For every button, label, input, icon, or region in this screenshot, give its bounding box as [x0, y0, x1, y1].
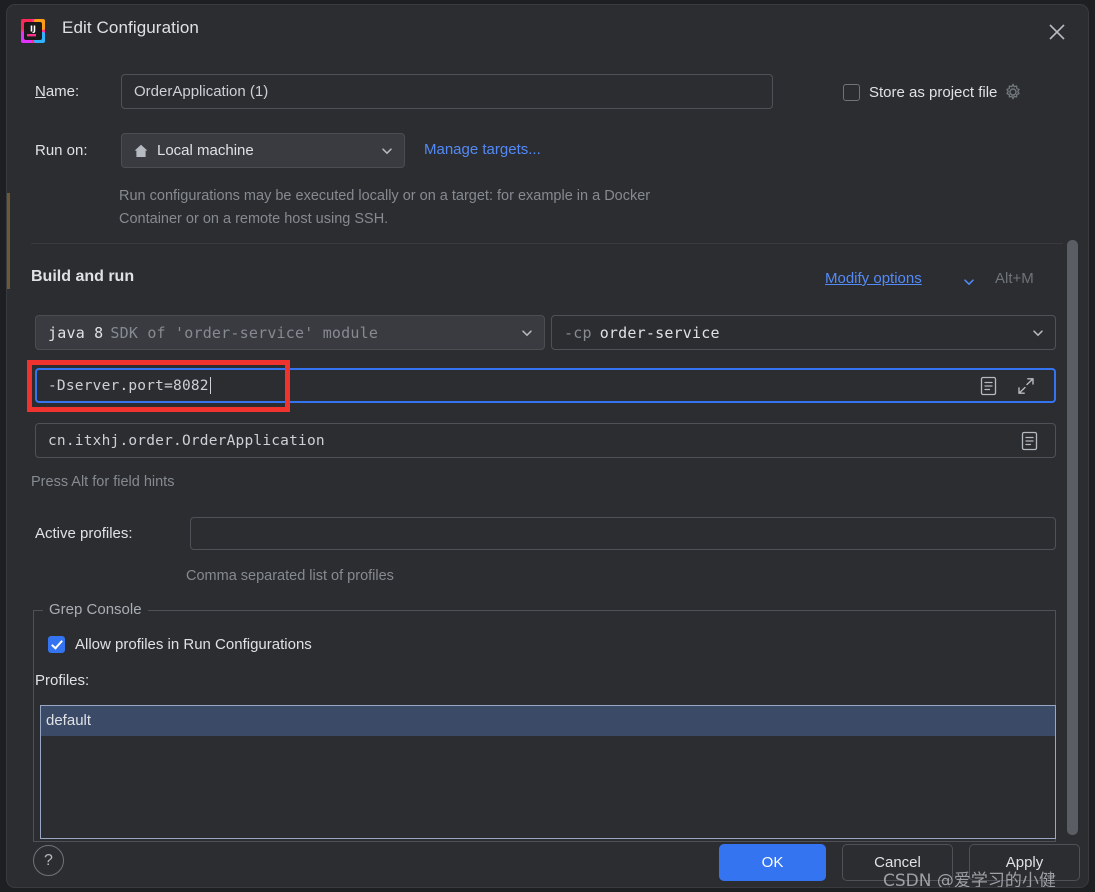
store-as-project-file-checkbox[interactable] — [843, 83, 860, 101]
close-icon[interactable] — [1044, 19, 1070, 45]
classpath-combobox[interactable]: -cp order-service — [551, 315, 1056, 350]
active-profiles-label: Active profiles: — [35, 525, 133, 542]
run-on-label: Run on: — [35, 142, 88, 159]
vertical-scrollbar[interactable] — [1067, 240, 1078, 835]
main-class-input[interactable]: cn.itxhj.order.OrderApplication — [35, 423, 1056, 458]
profiles-list[interactable]: default — [40, 705, 1056, 839]
text-caret — [209, 377, 211, 394]
active-profiles-hint: Comma separated list of profiles — [186, 568, 394, 584]
edit-configuration-dialog: IJ Edit Configuration Name: OrderApplica… — [6, 4, 1089, 888]
jre-combobox[interactable]: java 8 SDK of 'order-service' module — [35, 315, 545, 350]
svg-text:IJ: IJ — [30, 25, 36, 34]
name-label: Name: — [35, 83, 79, 100]
main-class-value: cn.itxhj.order.OrderApplication — [48, 432, 325, 449]
modify-options-shortcut: Alt+M — [995, 270, 1034, 287]
document-icon[interactable] — [1020, 430, 1039, 451]
classpath-module: order-service — [599, 323, 720, 342]
name-label-rest: ame: — [45, 83, 80, 100]
modify-options-link[interactable]: Modify options — [825, 270, 922, 287]
store-as-project-file-label: Store as project file — [869, 83, 998, 101]
help-button[interactable]: ? — [33, 845, 64, 876]
window-edge-artifact — [7, 193, 10, 289]
allow-profiles-label: Allow profiles in Run Configurations — [75, 636, 312, 653]
ok-button[interactable]: OK — [719, 844, 826, 881]
grep-console-legend: Grep Console — [43, 601, 148, 618]
build-and-run-title: Build and run — [31, 268, 135, 285]
classpath-flag: -cp — [564, 323, 592, 342]
name-input[interactable]: OrderApplication (1) — [121, 74, 773, 109]
document-icon[interactable] — [979, 375, 998, 396]
chevron-down-icon — [380, 144, 394, 158]
active-profiles-input[interactable] — [190, 517, 1056, 550]
field-hint-text: Press Alt for field hints — [31, 474, 175, 490]
run-on-combobox[interactable]: Local machine — [121, 133, 405, 168]
name-label-mnemonic: N — [35, 83, 46, 100]
store-as-project-file-row[interactable]: Store as project file — [843, 83, 1022, 101]
manage-targets-link[interactable]: Manage targets... — [424, 141, 541, 158]
list-item[interactable]: default — [41, 706, 1055, 736]
title-bar: IJ Edit Configuration — [7, 5, 1088, 57]
expand-icon[interactable] — [1016, 376, 1036, 396]
section-divider — [31, 243, 1063, 244]
chevron-down-icon — [520, 326, 534, 340]
watermark-text: CSDN @爱学习的小健 — [883, 871, 1056, 888]
chevron-down-icon — [1031, 326, 1045, 340]
home-icon — [133, 143, 149, 159]
run-on-value: Local machine — [157, 142, 254, 159]
gear-icon[interactable] — [1004, 83, 1022, 101]
vm-options-value: -Dserver.port=8082 — [48, 377, 209, 394]
chevron-down-icon[interactable] — [962, 275, 976, 289]
run-on-description: Run configurations may be executed local… — [119, 188, 651, 227]
intellij-idea-icon: IJ — [19, 17, 47, 45]
jre-value: java 8 — [48, 323, 104, 342]
jre-value-detail: SDK of 'order-service' module — [110, 323, 379, 342]
allow-profiles-row[interactable]: Allow profiles in Run Configurations — [48, 636, 312, 653]
dialog-title: Edit Configuration — [62, 18, 199, 37]
profiles-label: Profiles: — [35, 672, 90, 689]
vm-options-input[interactable]: -Dserver.port=8082 — [35, 368, 1056, 403]
allow-profiles-checkbox[interactable] — [48, 636, 65, 653]
